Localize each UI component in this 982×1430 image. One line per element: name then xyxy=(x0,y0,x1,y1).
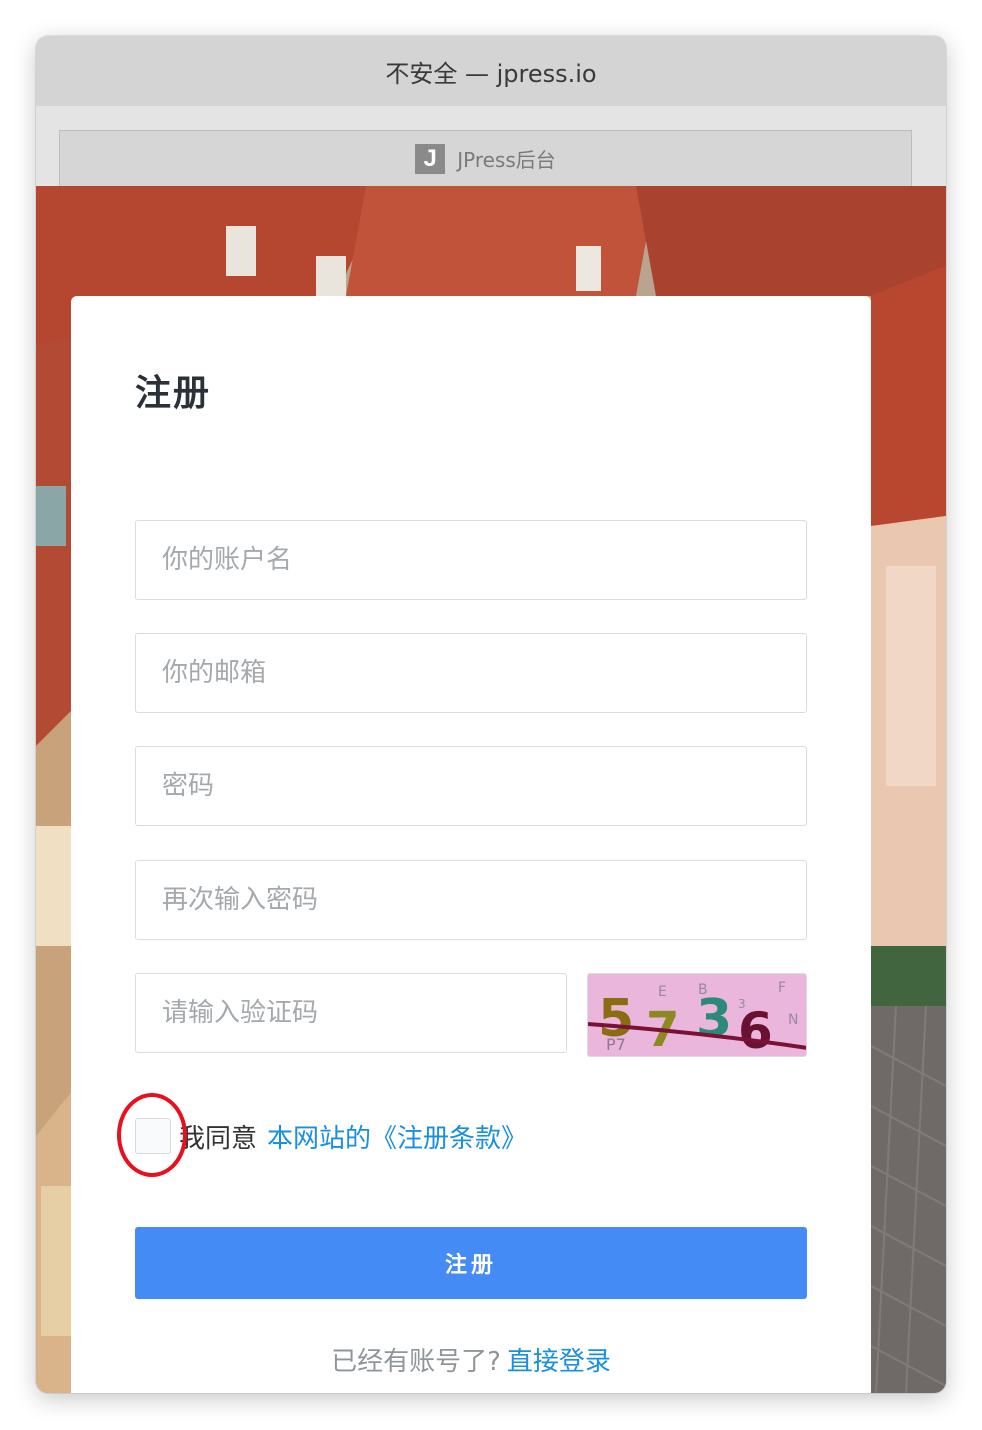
page-title: 注册 xyxy=(135,373,212,414)
svg-text:6: 6 xyxy=(738,1002,773,1057)
jpress-favicon-icon: J xyxy=(415,143,446,174)
register-card: 注册 E B F N P7 3 5 7 3 6 xyxy=(71,296,871,1393)
register-button[interactable]: 注册 xyxy=(135,1227,807,1299)
svg-text:E: E xyxy=(658,984,667,1000)
agree-label: 我同意 xyxy=(179,1123,258,1154)
login-question: 已经有账号了? xyxy=(331,1347,501,1377)
svg-text:N: N xyxy=(788,1012,798,1028)
svg-text:5: 5 xyxy=(598,989,634,1049)
terms-link[interactable]: 本网站的《注册条款》 xyxy=(267,1118,527,1155)
svg-text:F: F xyxy=(778,980,786,996)
captcha-input[interactable] xyxy=(135,973,567,1053)
password-input[interactable] xyxy=(135,746,807,826)
browser-window: 不安全 — jpress.io J JPress后台 注册 你的账户名 你的邮箱… xyxy=(36,36,946,1393)
login-prompt: 已经有账号了? 直接登录 xyxy=(71,1341,871,1378)
email-input[interactable] xyxy=(135,633,807,713)
username-input[interactable] xyxy=(135,520,807,600)
confirm-password-input[interactable] xyxy=(135,860,807,940)
svg-text:3: 3 xyxy=(696,989,732,1049)
tab-bar: J JPress后台 xyxy=(36,106,946,186)
window-title: 不安全 — jpress.io xyxy=(385,59,597,88)
window-titlebar: 不安全 — jpress.io xyxy=(36,36,946,106)
captcha-image[interactable]: E B F N P7 3 5 7 3 6 xyxy=(587,973,807,1057)
terms-agreement-row: 我同意 本网站的《注册条款》 xyxy=(135,1116,527,1156)
tab-jpress-admin[interactable]: J JPress后台 xyxy=(59,130,912,186)
tab-label: JPress后台 xyxy=(457,148,556,172)
terms-checkbox[interactable] xyxy=(135,1118,171,1154)
page-content: 注册 E B F N P7 3 5 7 3 6 xyxy=(36,186,946,1393)
login-link[interactable]: 直接登录 xyxy=(507,1347,611,1377)
